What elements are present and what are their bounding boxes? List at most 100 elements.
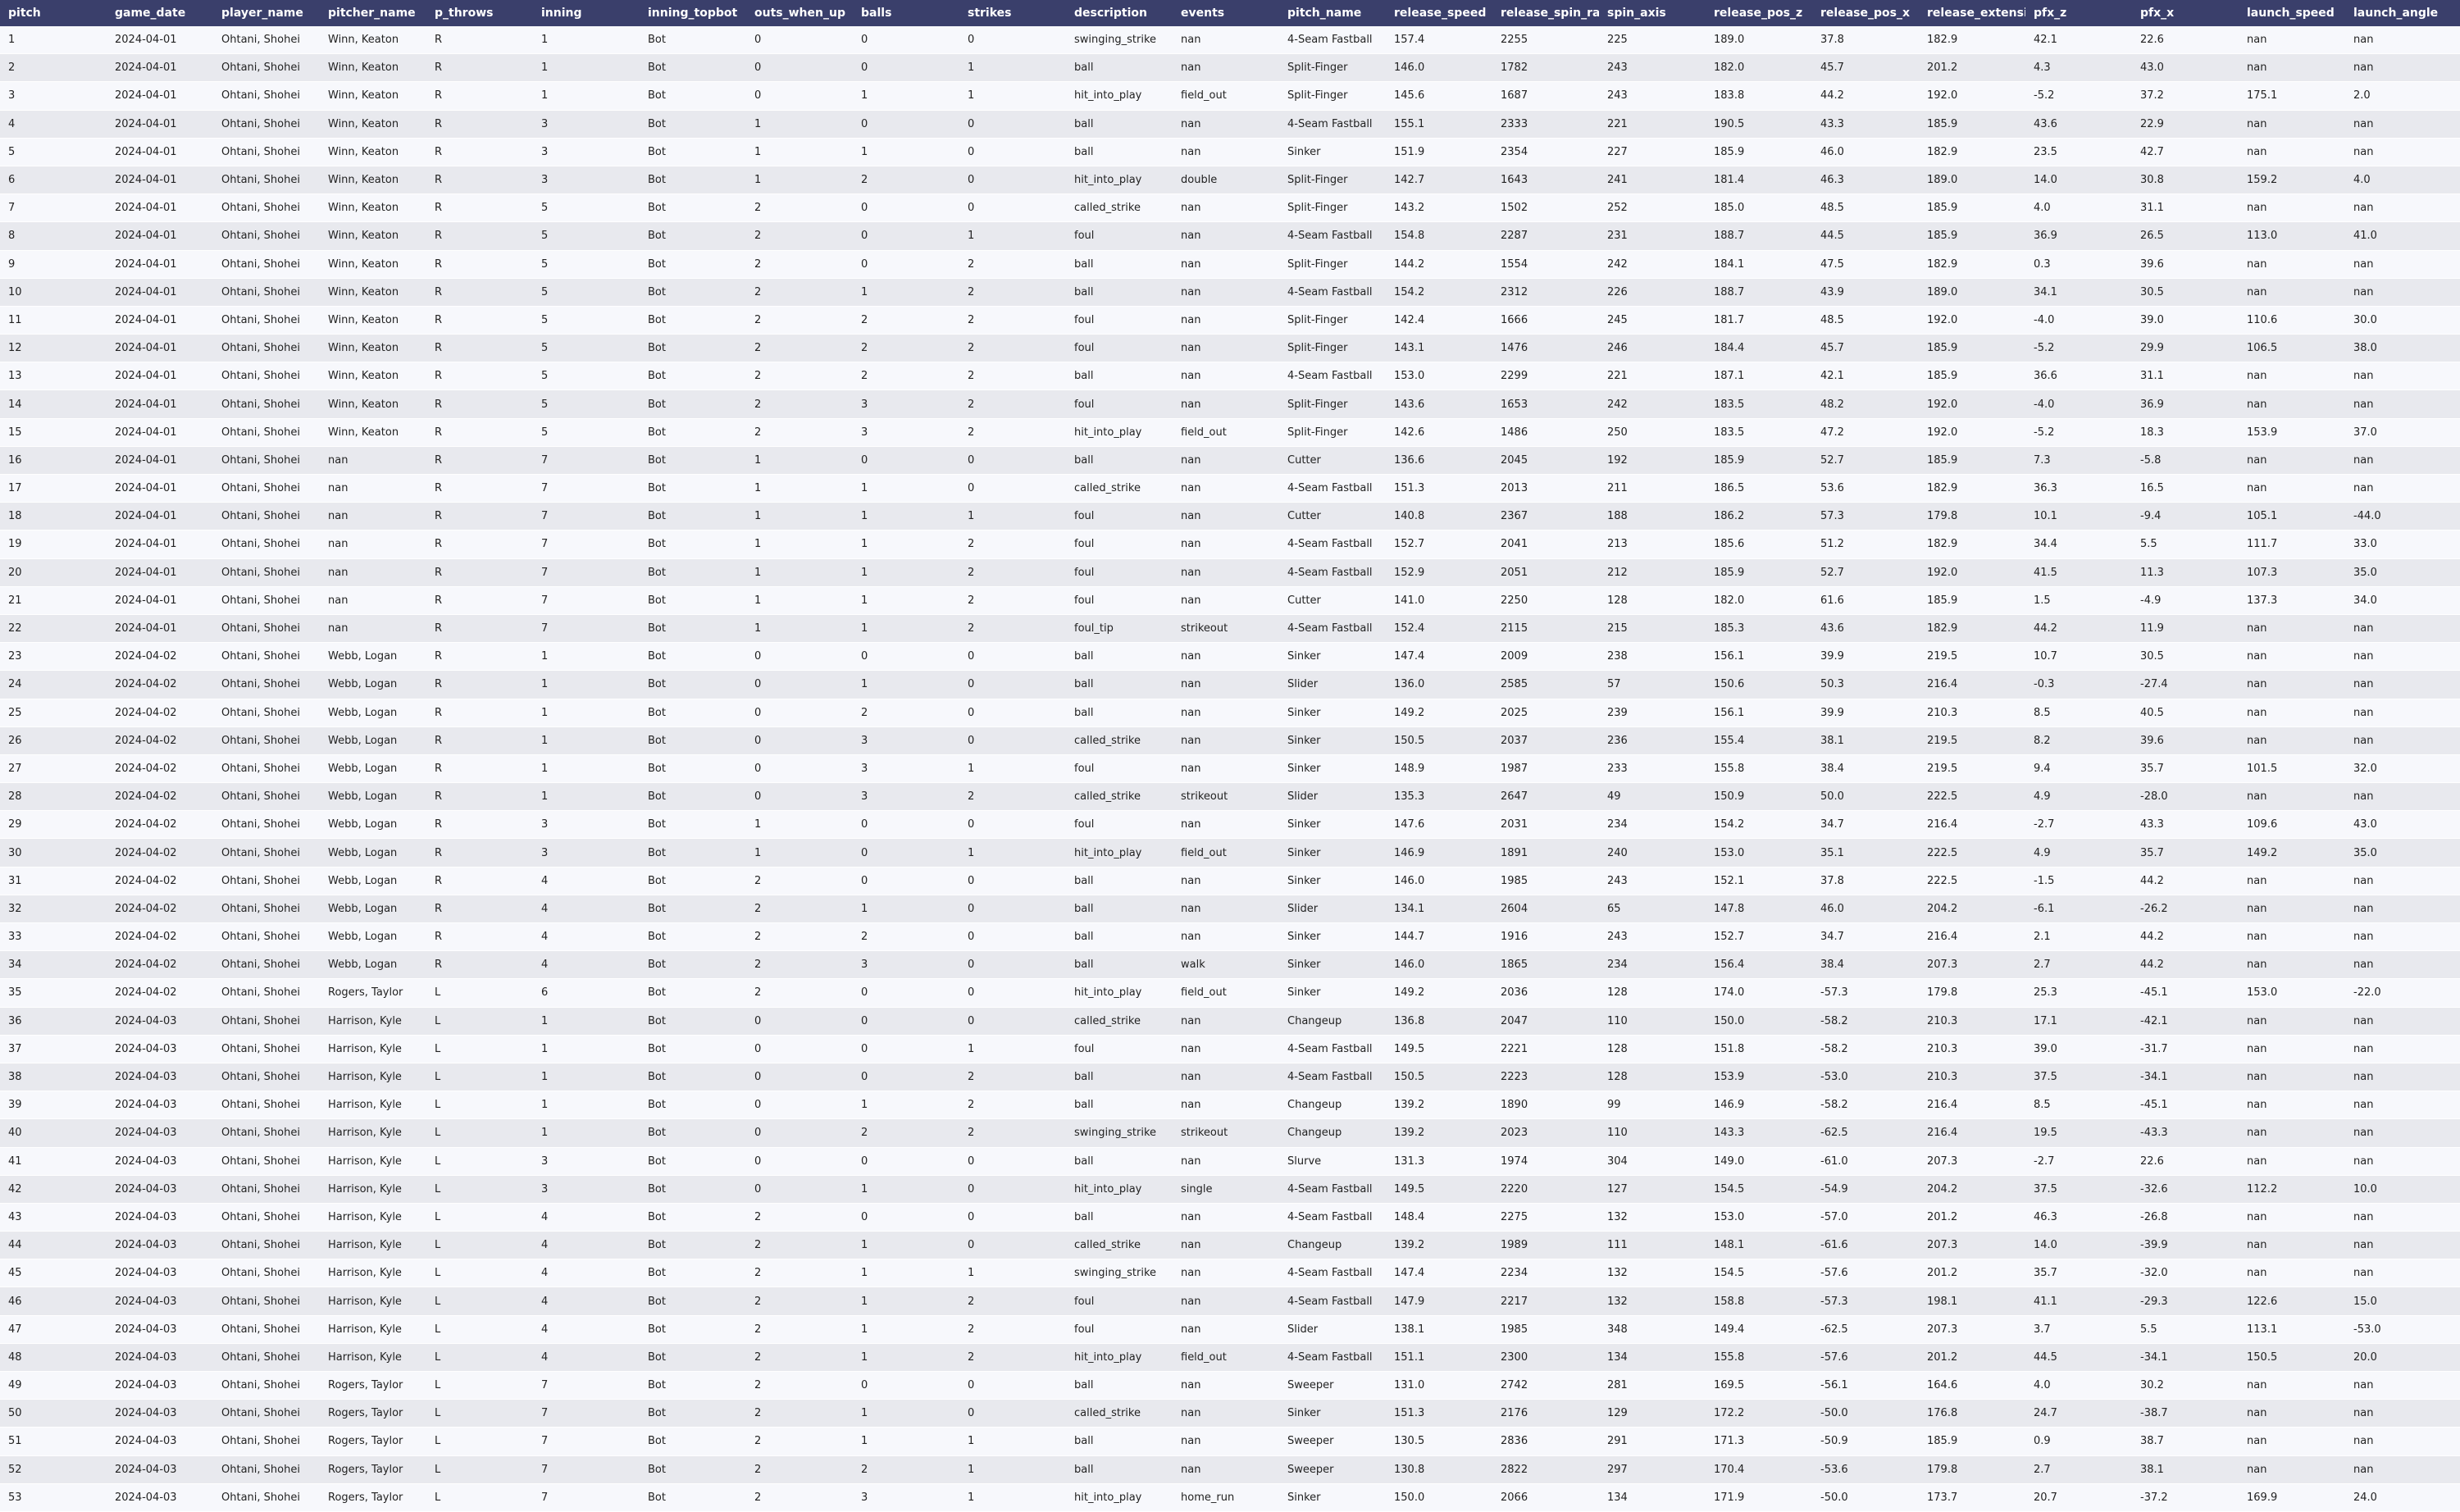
column-header-game-date[interactable]: game_date bbox=[107, 0, 213, 26]
column-header-events[interactable]: events bbox=[1173, 0, 1279, 26]
cell-launch-speed: 110.6 bbox=[2239, 306, 2345, 335]
cell-pitch: 9 bbox=[0, 250, 107, 279]
table-row[interactable]: 4 2024-04-01 Ohtani, Shohei Winn, Keaton R 3 B… bbox=[0, 110, 2460, 139]
cell-pitcher-name: Harrison, Kyle bbox=[320, 1287, 426, 1316]
table-row[interactable]: 15 2024-04-01 Ohtani, Shohei Winn, Keaton R 5… bbox=[0, 418, 2460, 447]
column-header-player-name[interactable]: player_name bbox=[213, 0, 320, 26]
cell-pitcher-name: Webb, Logan bbox=[320, 642, 426, 672]
table-row[interactable]: 39 2024-04-03 Ohtani, Shohei Harrison, Kyle… bbox=[0, 1091, 2460, 1120]
table-row[interactable]: 14 2024-04-01 Ohtani, Shohei Winn, Keaton R 5… bbox=[0, 389, 2460, 419]
table-row[interactable]: 46 2024-04-03 Ohtani, Shohei Harrison, Kyle… bbox=[0, 1287, 2460, 1316]
column-header-pitch-name[interactable]: pitch_name bbox=[1279, 0, 1386, 26]
table-row[interactable]: 51 2024-04-03 Ohtani, Shohei Rogers, Taylor… bbox=[0, 1427, 2460, 1456]
column-header-outs-when-up[interactable]: outs_when_up bbox=[746, 0, 853, 26]
table-row[interactable]: 44 2024-04-03 Ohtani, Shohei Harrison, Kyle… bbox=[0, 1231, 2460, 1260]
column-header-pfx-x[interactable]: pfx_x bbox=[2132, 0, 2239, 26]
table-row[interactable]: 53 2024-04-03 Ohtani, Shohei Rogers, Taylor… bbox=[0, 1483, 2460, 1512]
column-header-pitcher-name[interactable]: pitcher_name bbox=[320, 0, 426, 26]
cell-pfx-z: 44.5 bbox=[2025, 1343, 2132, 1373]
column-header-launch-speed[interactable]: launch_speed bbox=[2239, 0, 2345, 26]
cell-events: nan bbox=[1173, 558, 1279, 587]
table-row[interactable]: 18 2024-04-01 Ohtani, Shohei nan R 7 Bot 1 1 1 fou… bbox=[0, 502, 2460, 531]
table-row[interactable]: 34 2024-04-02 Ohtani, Shohei Webb, Logan R 4 B… bbox=[0, 950, 2460, 980]
cell-inning-topbot: Bot bbox=[640, 1091, 746, 1120]
cell-pfx-x: 39.6 bbox=[2132, 726, 2239, 755]
table-row[interactable]: 21 2024-04-01 Ohtani, Shohei nan R 7 Bot 1 1 2 fou… bbox=[0, 586, 2460, 615]
table-row[interactable]: 48 2024-04-03 Ohtani, Shohei Harrison, Kyle… bbox=[0, 1343, 2460, 1373]
column-header-balls[interactable]: balls bbox=[853, 0, 959, 26]
cell-p-throws: L bbox=[426, 1343, 533, 1373]
table-row[interactable]: 13 2024-04-01 Ohtani, Shohei Winn, Keaton R 5… bbox=[0, 362, 2460, 391]
cell-release-speed: 148.9 bbox=[1386, 754, 1492, 784]
table-row[interactable]: 37 2024-04-03 Ohtani, Shohei Harrison, Kyle… bbox=[0, 1035, 2460, 1063]
table-row[interactable]: 9 2024-04-01 Ohtani, Shohei Winn, Keaton R 5 B… bbox=[0, 250, 2460, 279]
column-header-release-extension[interactable]: release_extension bbox=[1919, 0, 2025, 26]
column-header-strikes[interactable]: strikes bbox=[959, 0, 1066, 26]
table-row[interactable]: 33 2024-04-02 Ohtani, Shohei Webb, Logan R 4 B… bbox=[0, 922, 2460, 952]
column-header-release-spin-rate[interactable]: release_spin_rate bbox=[1492, 0, 1599, 26]
table-row[interactable]: 1 2024-04-01 Ohtani, Shohei Winn, Keaton R 1 B… bbox=[0, 26, 2460, 55]
table-row[interactable]: 36 2024-04-03 Ohtani, Shohei Harrison, Kyle… bbox=[0, 1007, 2460, 1036]
column-header-spin-axis[interactable]: spin_axis bbox=[1599, 0, 1706, 26]
cell-release-spin-rate: 1985 bbox=[1492, 1315, 1599, 1344]
table-row[interactable]: 41 2024-04-03 Ohtani, Shohei Harrison, Kyle… bbox=[0, 1147, 2460, 1176]
table-row[interactable]: 52 2024-04-03 Ohtani, Shohei Rogers, Taylor… bbox=[0, 1455, 2460, 1484]
table-row[interactable]: 23 2024-04-02 Ohtani, Shohei Webb, Logan R 1 B… bbox=[0, 642, 2460, 672]
table-row[interactable]: 32 2024-04-02 Ohtani, Shohei Webb, Logan R 4 B… bbox=[0, 895, 2460, 924]
table-row[interactable]: 31 2024-04-02 Ohtani, Shohei Webb, Logan R 4 B… bbox=[0, 867, 2460, 895]
table-row[interactable]: 7 2024-04-01 Ohtani, Shohei Winn, Keaton R 5 B… bbox=[0, 194, 2460, 223]
table-row[interactable]: 38 2024-04-03 Ohtani, Shohei Harrison, Kyle… bbox=[0, 1063, 2460, 1092]
table-row[interactable]: 29 2024-04-02 Ohtani, Shohei Webb, Logan R 3 B… bbox=[0, 810, 2460, 840]
cell-description: ball bbox=[1066, 362, 1173, 391]
column-header-description[interactable]: description bbox=[1066, 0, 1173, 26]
table-row[interactable]: 2 2024-04-01 Ohtani, Shohei Winn, Keaton R 1 B… bbox=[0, 53, 2460, 83]
table-row[interactable]: 19 2024-04-01 Ohtani, Shohei nan R 7 Bot 1 1 2 fou… bbox=[0, 530, 2460, 559]
table-row[interactable]: 26 2024-04-02 Ohtani, Shohei Webb, Logan R 1 B… bbox=[0, 726, 2460, 755]
cell-pfx-z: 4.9 bbox=[2025, 838, 2132, 868]
column-header-inning[interactable]: inning bbox=[533, 0, 640, 26]
cell-outs-when-up: 2 bbox=[746, 1315, 853, 1344]
table-row[interactable]: 47 2024-04-03 Ohtani, Shohei Harrison, Kyle… bbox=[0, 1315, 2460, 1344]
table-row[interactable]: 27 2024-04-02 Ohtani, Shohei Webb, Logan R 1 B… bbox=[0, 754, 2460, 784]
table-row[interactable]: 12 2024-04-01 Ohtani, Shohei Winn, Keaton R 5… bbox=[0, 334, 2460, 363]
table-row[interactable]: 10 2024-04-01 Ohtani, Shohei Winn, Keaton R 5… bbox=[0, 278, 2460, 307]
cell-pitcher-name: Winn, Keaton bbox=[320, 53, 426, 83]
cell-pitch-name: Sinker bbox=[1279, 978, 1386, 1008]
table-row[interactable]: 3 2024-04-01 Ohtani, Shohei Winn, Keaton R 1 B… bbox=[0, 81, 2460, 111]
table-row[interactable]: 43 2024-04-03 Ohtani, Shohei Harrison, Kyle… bbox=[0, 1203, 2460, 1232]
cell-release-spin-rate: 2647 bbox=[1492, 782, 1599, 812]
column-header-p-throws[interactable]: p_throws bbox=[426, 0, 533, 26]
cell-release-speed: 149.5 bbox=[1386, 1035, 1492, 1063]
table-row[interactable]: 6 2024-04-01 Ohtani, Shohei Winn, Keaton R 3 B… bbox=[0, 166, 2460, 195]
column-header-launch-angle[interactable]: launch_angle bbox=[2345, 0, 2460, 26]
column-header-release-speed[interactable]: release_speed bbox=[1386, 0, 1492, 26]
column-header-inning-topbot[interactable]: inning_topbot bbox=[640, 0, 746, 26]
cell-pitch: 26 bbox=[0, 726, 107, 755]
table-row[interactable]: 42 2024-04-03 Ohtani, Shohei Harrison, Kyle… bbox=[0, 1175, 2460, 1204]
table-row[interactable]: 40 2024-04-03 Ohtani, Shohei Harrison, Kyle… bbox=[0, 1118, 2460, 1148]
table-row[interactable]: 45 2024-04-03 Ohtani, Shohei Harrison, Kyle… bbox=[0, 1259, 2460, 1288]
cell-spin-axis: 221 bbox=[1599, 362, 1706, 391]
table-row[interactable]: 30 2024-04-02 Ohtani, Shohei Webb, Logan R 3 B… bbox=[0, 838, 2460, 868]
cell-release-speed: 150.5 bbox=[1386, 1063, 1492, 1092]
table-row[interactable]: 17 2024-04-01 Ohtani, Shohei nan R 7 Bot 1 1 0 cal… bbox=[0, 474, 2460, 503]
table-row[interactable]: 16 2024-04-01 Ohtani, Shohei nan R 7 Bot 1 0 0 bal… bbox=[0, 446, 2460, 476]
cell-balls: 2 bbox=[853, 922, 959, 952]
cell-player-name: Ohtani, Shohei bbox=[213, 1343, 320, 1373]
table-row[interactable]: 25 2024-04-02 Ohtani, Shohei Webb, Logan R 1 B… bbox=[0, 699, 2460, 727]
table-row[interactable]: 5 2024-04-01 Ohtani, Shohei Winn, Keaton R 3 B… bbox=[0, 138, 2460, 166]
column-header-pfx-z[interactable]: pfx_z bbox=[2025, 0, 2132, 26]
table-row[interactable]: 22 2024-04-01 Ohtani, Shohei nan R 7 Bot 1 1 2 fou… bbox=[0, 614, 2460, 644]
table-row[interactable]: 11 2024-04-01 Ohtani, Shohei Winn, Keaton R 5… bbox=[0, 306, 2460, 335]
table-row[interactable]: 20 2024-04-01 Ohtani, Shohei nan R 7 Bot 1 1 2 fou… bbox=[0, 558, 2460, 587]
table-row[interactable]: 24 2024-04-02 Ohtani, Shohei Webb, Logan R 1 B… bbox=[0, 670, 2460, 699]
table-row[interactable]: 49 2024-04-03 Ohtani, Shohei Rogers, Taylor… bbox=[0, 1371, 2460, 1400]
table-row[interactable]: 8 2024-04-01 Ohtani, Shohei Winn, Keaton R 5 B… bbox=[0, 221, 2460, 251]
cell-pitch: 21 bbox=[0, 586, 107, 615]
column-header-release-pos-x[interactable]: release_pos_x bbox=[1812, 0, 1919, 26]
column-header-pitch[interactable]: pitch bbox=[0, 0, 107, 26]
column-header-release-pos-z[interactable]: release_pos_z bbox=[1706, 0, 1812, 26]
table-row[interactable]: 50 2024-04-03 Ohtani, Shohei Rogers, Taylor… bbox=[0, 1399, 2460, 1428]
table-row[interactable]: 28 2024-04-02 Ohtani, Shohei Webb, Logan R 1 B… bbox=[0, 782, 2460, 812]
table-row[interactable]: 35 2024-04-02 Ohtani, Shohei Rogers, Taylor… bbox=[0, 978, 2460, 1008]
